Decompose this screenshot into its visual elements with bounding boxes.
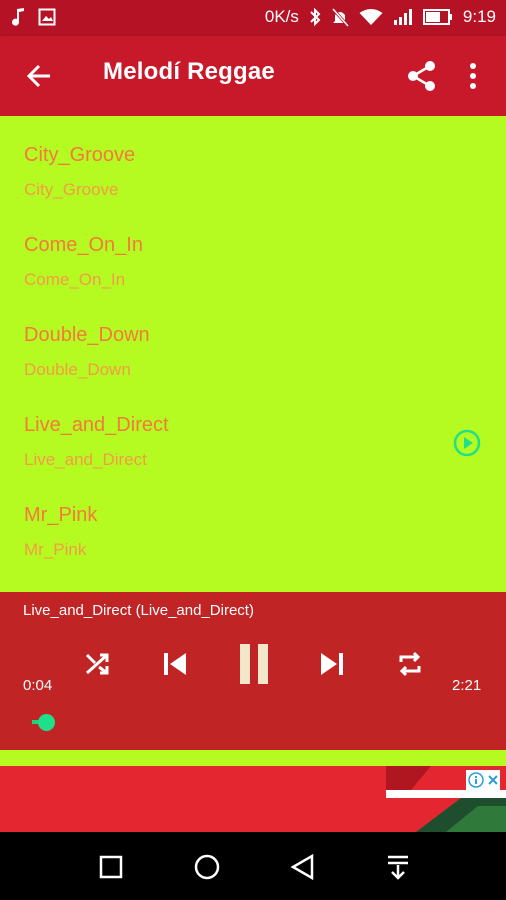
notifications-pull-button[interactable] [383, 852, 413, 882]
bluetooth-icon [309, 7, 321, 27]
seek-bar-thumb[interactable] [38, 714, 55, 731]
now-playing-icon [453, 429, 481, 457]
ad-choices-button[interactable] [466, 770, 500, 790]
signal-icon [393, 8, 413, 26]
track-title: Double_Down [24, 324, 150, 346]
elapsed-time: 0:04 [23, 677, 53, 694]
triangle-back-icon [290, 853, 314, 881]
repeat-icon [399, 651, 421, 677]
arrow-left-icon [26, 64, 50, 88]
now-playing-label: Live_and_Direct (Live_and_Direct) [23, 602, 254, 619]
player-panel: Live_and_Direct (Live_and_Direct) 0:04 2… [0, 592, 506, 750]
info-icon [468, 772, 484, 788]
back-button[interactable] [22, 58, 58, 94]
pause-button[interactable] [228, 644, 280, 684]
wifi-icon [359, 8, 383, 26]
list-item[interactable]: City_Groove City_Groove [0, 116, 506, 206]
square-icon [99, 855, 123, 879]
share-button[interactable] [404, 58, 440, 94]
more-vert-icon [470, 63, 476, 89]
pull-down-icon [388, 855, 408, 880]
home-button[interactable] [192, 852, 222, 882]
shuffle-icon [85, 653, 109, 675]
back-nav-button[interactable] [288, 852, 318, 882]
previous-button[interactable] [155, 644, 195, 684]
shuffle-button[interactable] [78, 644, 118, 684]
track-title: Come_On_In [24, 234, 143, 256]
list-item[interactable]: Come_On_In Come_On_In [0, 206, 506, 296]
list-item[interactable]: Live_and_Direct Live_and_Direct [0, 386, 506, 476]
share-icon [408, 61, 435, 91]
track-subtitle: Double_Down [24, 360, 131, 379]
track-subtitle: Live_and_Direct [24, 450, 147, 469]
circle-icon [194, 854, 220, 880]
ad-banner[interactable] [0, 766, 506, 832]
track-subtitle: City_Groove [24, 180, 119, 199]
total-duration: 2:21 [452, 677, 482, 694]
track-list: City_Groove City_Groove Come_On_In Come_… [0, 116, 506, 592]
recents-button[interactable] [96, 852, 126, 882]
system-nav-bar [0, 832, 506, 900]
track-title: Mr_Pink [24, 504, 98, 526]
page-title: Melodí Reggae [103, 58, 275, 85]
battery-icon [422, 9, 453, 25]
divider [0, 750, 506, 766]
track-title: City_Groove [24, 144, 136, 166]
gallery-icon [38, 8, 56, 26]
skip-previous-icon [164, 653, 186, 675]
network-speed: 0K/s [264, 7, 299, 26]
app-bar: Melodí Reggae [0, 36, 506, 116]
skip-next-icon [321, 653, 343, 675]
list-item[interactable]: Double_Down Double_Down [0, 296, 506, 386]
track-subtitle: Mr_Pink [24, 540, 87, 559]
next-button[interactable] [312, 644, 352, 684]
seek-bar[interactable] [32, 720, 482, 724]
list-item[interactable]: Mr_Pink Mr_Pink [0, 476, 506, 566]
repeat-button[interactable] [390, 644, 430, 684]
music-note-icon [12, 7, 26, 27]
track-title: Live_and_Direct [24, 414, 169, 436]
close-icon [488, 775, 498, 785]
status-bar: 0K/s 9:19 [0, 0, 506, 36]
clock: 9:19 [462, 7, 496, 26]
pause-icon [240, 644, 268, 684]
mute-icon [331, 7, 349, 27]
more-options-button[interactable] [458, 58, 488, 94]
track-subtitle: Come_On_In [24, 270, 126, 289]
